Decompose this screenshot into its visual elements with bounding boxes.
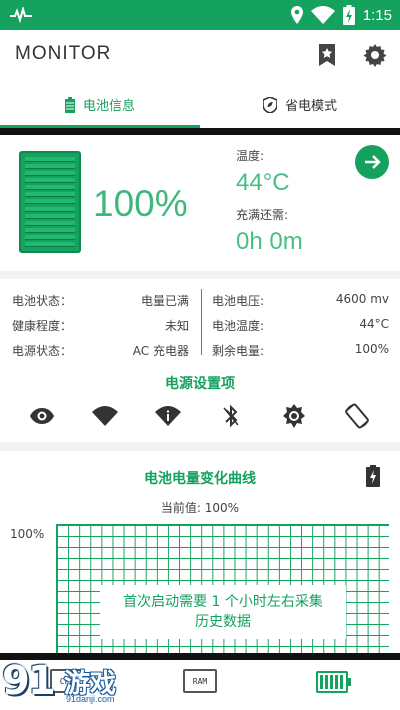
- brightness-toggle[interactable]: [279, 401, 309, 431]
- health-value: 未知: [164, 319, 189, 333]
- power-settings-row: [0, 401, 400, 431]
- auto-rotate-toggle[interactable]: [342, 401, 372, 431]
- shield-leaf-icon: [262, 96, 277, 113]
- bluetooth-icon: [223, 404, 239, 428]
- watermark-number: 91: [2, 658, 56, 704]
- app-title: MONITOR: [15, 43, 112, 64]
- battery-status-label: 电池状态：: [12, 294, 73, 308]
- tab-bar: 电池信息 省电模式: [0, 80, 400, 129]
- bookmark-star-icon: [319, 44, 335, 66]
- temperature-value: 44°C: [236, 169, 290, 196]
- wifi-status-icon: [310, 6, 335, 24]
- nav-battery[interactable]: [316, 671, 352, 693]
- y-axis-tick-label: 100%: [10, 527, 45, 541]
- battery-voltage-value: 4600 mv: [335, 292, 389, 306]
- charge-history-card: 电池电量变化曲线 当前值: 100% 100% 首次启动需要 1 个小时左右采集…: [0, 451, 400, 656]
- battery-icon: [64, 96, 75, 113]
- info-row: 电源状态： AC 充电器 剩余电量: 100%: [0, 338, 400, 362]
- wifi-toggle[interactable]: [90, 401, 120, 431]
- health-label: 健康程度：: [12, 319, 73, 333]
- auto-rotate-icon: [345, 403, 369, 429]
- time-to-full-label: 充满还需:: [236, 208, 289, 222]
- ram-icon: RAM: [183, 669, 217, 693]
- nav-ram[interactable]: RAM: [183, 669, 217, 693]
- watermark-url: 91danji.com: [66, 694, 115, 704]
- eye-toggle[interactable]: [27, 401, 57, 431]
- power-source-value: AC 充电器: [132, 344, 189, 358]
- battery-cell: [25, 185, 75, 191]
- battery-cell: [25, 227, 75, 233]
- battery-cell: [25, 241, 75, 247]
- charge-history-button[interactable]: [366, 465, 380, 491]
- battery-percentage: 100%: [93, 183, 188, 224]
- tab-power-saving-label: 省电模式: [284, 99, 337, 114]
- time-to-full-value: 0h 0m: [236, 228, 303, 255]
- battery-cell: [25, 234, 75, 240]
- battery-cell: [25, 157, 75, 162]
- location-icon: [290, 6, 303, 24]
- gear-icon: [363, 44, 387, 67]
- battery-cell: [25, 164, 75, 170]
- battery-status-value: 电量已满: [140, 294, 189, 308]
- wifi-info-icon: [155, 406, 181, 426]
- column-divider: [201, 289, 202, 355]
- arrow-right-icon: [365, 155, 381, 169]
- battery-cell: [25, 220, 75, 226]
- no-data-line-2: 历史数据: [195, 614, 251, 630]
- battery-cell: [25, 171, 75, 177]
- status-time: 1:15: [362, 6, 392, 24]
- tab-power-saving[interactable]: 省电模式: [200, 80, 400, 129]
- battery-temperature-value: 44°C: [359, 317, 389, 331]
- chart-title: 电池电量变化曲线: [144, 471, 256, 487]
- settings-button[interactable]: [362, 42, 388, 68]
- battery-temperature-label: 电池温度:: [212, 319, 265, 333]
- battery-charging-icon: [366, 465, 380, 487]
- remaining-charge-value: 100%: [354, 342, 389, 356]
- wifi-info-toggle[interactable]: [153, 401, 183, 431]
- info-row: 电池状态： 电量已满 电池电压: 4600 mv: [0, 288, 400, 312]
- details-button[interactable]: [355, 145, 389, 179]
- power-source-label: 电源状态：: [12, 344, 73, 358]
- bluetooth-toggle[interactable]: [216, 401, 246, 431]
- battery-cell: [25, 192, 75, 198]
- battery-cell: [25, 213, 75, 219]
- temperature-label: 温度:: [236, 149, 265, 163]
- tab-battery-info-label: 电池信息: [82, 99, 135, 114]
- power-settings-title: 电源设置项: [165, 376, 235, 392]
- ram-label: RAM: [192, 676, 208, 686]
- battery-cell: [25, 206, 75, 212]
- divider: [0, 128, 400, 135]
- remaining-charge-label: 剩余电量:: [212, 344, 265, 358]
- eye-icon: [30, 408, 54, 424]
- status-bar: 1:15: [0, 0, 400, 30]
- battery-cell: [25, 199, 75, 205]
- no-data-message: 首次启动需要 1 个小时左右采集 历史数据: [100, 585, 346, 639]
- battery-cell: [25, 178, 75, 184]
- info-row: 健康程度： 未知 电池温度: 44°C: [0, 313, 400, 337]
- no-data-line-1: 首次启动需要 1 个小时左右采集: [123, 594, 323, 610]
- bookmark-button[interactable]: [314, 42, 340, 68]
- wifi-icon: [92, 406, 118, 426]
- battery-voltage-label: 电池电压:: [212, 294, 265, 308]
- battery-icon: [316, 671, 351, 693]
- pulse-icon: [10, 7, 32, 23]
- battery-card: 100% 温度: 44°C 充满还需: 0h 0m: [0, 135, 400, 271]
- battery-level-graphic: [19, 151, 81, 253]
- brightness-icon: [283, 404, 305, 428]
- app-toolbar: MONITOR: [0, 30, 400, 80]
- watermark-logo: 91 游戏 91danji.com: [0, 658, 140, 710]
- tab-battery-info[interactable]: 电池信息: [0, 80, 200, 129]
- battery-info-card: 电池状态： 电量已满 电池电压: 4600 mv 健康程度： 未知 电池温度: …: [0, 279, 400, 442]
- battery-charging-icon: [342, 5, 355, 25]
- current-value: 当前值: 100%: [160, 501, 240, 515]
